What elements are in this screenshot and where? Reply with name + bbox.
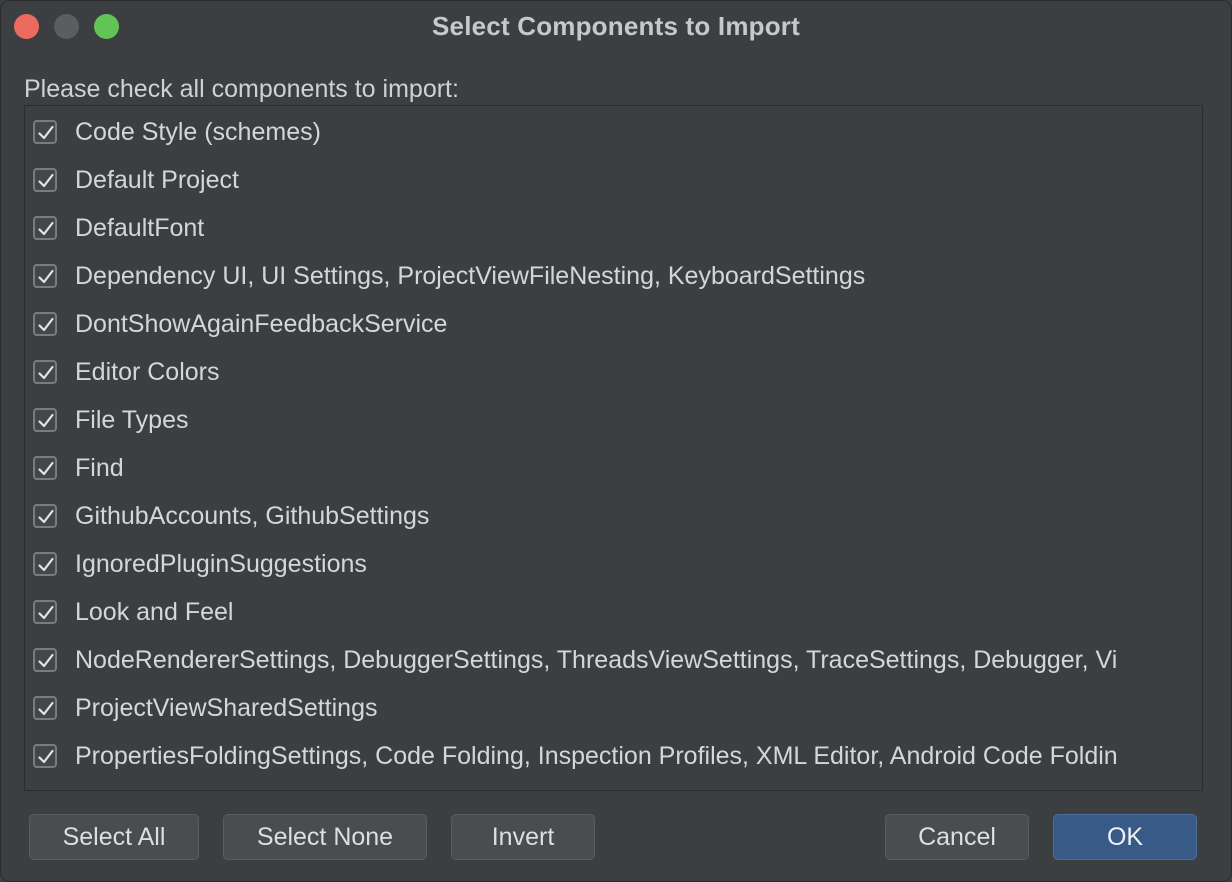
component-row[interactable]: DontShowAgainFeedbackService xyxy=(33,300,1202,348)
component-label: GithubAccounts, GithubSettings xyxy=(75,501,430,530)
checkmark-icon xyxy=(38,125,54,140)
component-label: Default Project xyxy=(75,165,239,194)
select-all-button[interactable]: Select All xyxy=(29,814,199,860)
component-row[interactable]: DefaultFont xyxy=(33,204,1202,252)
component-label: NodeRendererSettings, DebuggerSettings, … xyxy=(75,645,1118,674)
checkmark-icon xyxy=(38,653,54,668)
select-none-button[interactable]: Select None xyxy=(223,814,427,860)
component-checkbox[interactable] xyxy=(33,600,57,624)
checkmark-icon xyxy=(38,701,54,716)
component-row[interactable]: Find xyxy=(33,444,1202,492)
checkmark-icon xyxy=(38,317,54,332)
component-checkbox[interactable] xyxy=(33,504,57,528)
checkmark-icon xyxy=(38,509,54,524)
component-label: DefaultFont xyxy=(75,213,205,242)
instruction-label: Please check all components to import: xyxy=(24,75,459,103)
component-label: ProjectViewSharedSettings xyxy=(75,693,378,722)
dialog-title: Select Components to Import xyxy=(432,11,800,41)
component-checkbox[interactable] xyxy=(33,744,57,768)
component-checkbox[interactable] xyxy=(33,408,57,432)
component-row[interactable]: ProjectViewSharedSettings xyxy=(33,684,1202,732)
checkmark-icon xyxy=(38,557,54,572)
component-row[interactable]: Editor Colors xyxy=(33,348,1202,396)
components-list[interactable]: Code Style (schemes) Default Project Defau… xyxy=(24,105,1203,791)
component-checkbox[interactable] xyxy=(33,264,57,288)
component-label: Code Style (schemes) xyxy=(75,117,321,146)
component-label: Editor Colors xyxy=(75,357,220,386)
component-row[interactable]: Code Style (schemes) xyxy=(33,108,1202,156)
component-checkbox[interactable] xyxy=(33,168,57,192)
component-checkbox[interactable] xyxy=(33,552,57,576)
checkmark-icon xyxy=(38,269,54,284)
component-checkbox[interactable] xyxy=(33,360,57,384)
component-checkbox[interactable] xyxy=(33,216,57,240)
component-label: Dependency UI, UI Settings, ProjectViewF… xyxy=(75,261,866,290)
checkmark-icon xyxy=(38,461,54,476)
checkmark-icon xyxy=(38,221,54,236)
component-checkbox[interactable] xyxy=(33,312,57,336)
component-label: File Types xyxy=(75,405,189,434)
component-label: DontShowAgainFeedbackService xyxy=(75,309,448,338)
component-row[interactable]: IgnoredPluginSuggestions xyxy=(33,540,1202,588)
checkmark-icon xyxy=(38,605,54,620)
component-row[interactable]: Default Project xyxy=(33,156,1202,204)
title-bar: Select Components to Import xyxy=(1,1,1231,53)
checkmark-icon xyxy=(38,365,54,380)
component-row[interactable]: Dependency UI, UI Settings, ProjectViewF… xyxy=(33,252,1202,300)
component-checkbox[interactable] xyxy=(33,456,57,480)
import-dialog: Select Components to Import Please check… xyxy=(0,0,1232,882)
component-row[interactable]: File Types xyxy=(33,396,1202,444)
component-label: Look and Feel xyxy=(75,597,234,626)
component-checkbox[interactable] xyxy=(33,648,57,672)
component-checkbox[interactable] xyxy=(33,120,57,144)
component-row[interactable]: Look and Feel xyxy=(33,588,1202,636)
invert-button[interactable]: Invert xyxy=(451,814,595,860)
cancel-button[interactable]: Cancel xyxy=(885,814,1029,860)
component-checkbox[interactable] xyxy=(33,696,57,720)
component-row[interactable]: GithubAccounts, GithubSettings xyxy=(33,492,1202,540)
checkmark-icon xyxy=(38,413,54,428)
ok-button[interactable]: OK xyxy=(1053,814,1197,860)
component-label: IgnoredPluginSuggestions xyxy=(75,549,367,578)
component-row[interactable]: PropertiesFoldingSettings, Code Folding,… xyxy=(33,732,1202,780)
component-label: PropertiesFoldingSettings, Code Folding,… xyxy=(75,741,1118,770)
component-row[interactable]: NodeRendererSettings, DebuggerSettings, … xyxy=(33,636,1202,684)
checkmark-icon xyxy=(38,749,54,764)
component-label: Find xyxy=(75,453,124,482)
checkmark-icon xyxy=(38,173,54,188)
